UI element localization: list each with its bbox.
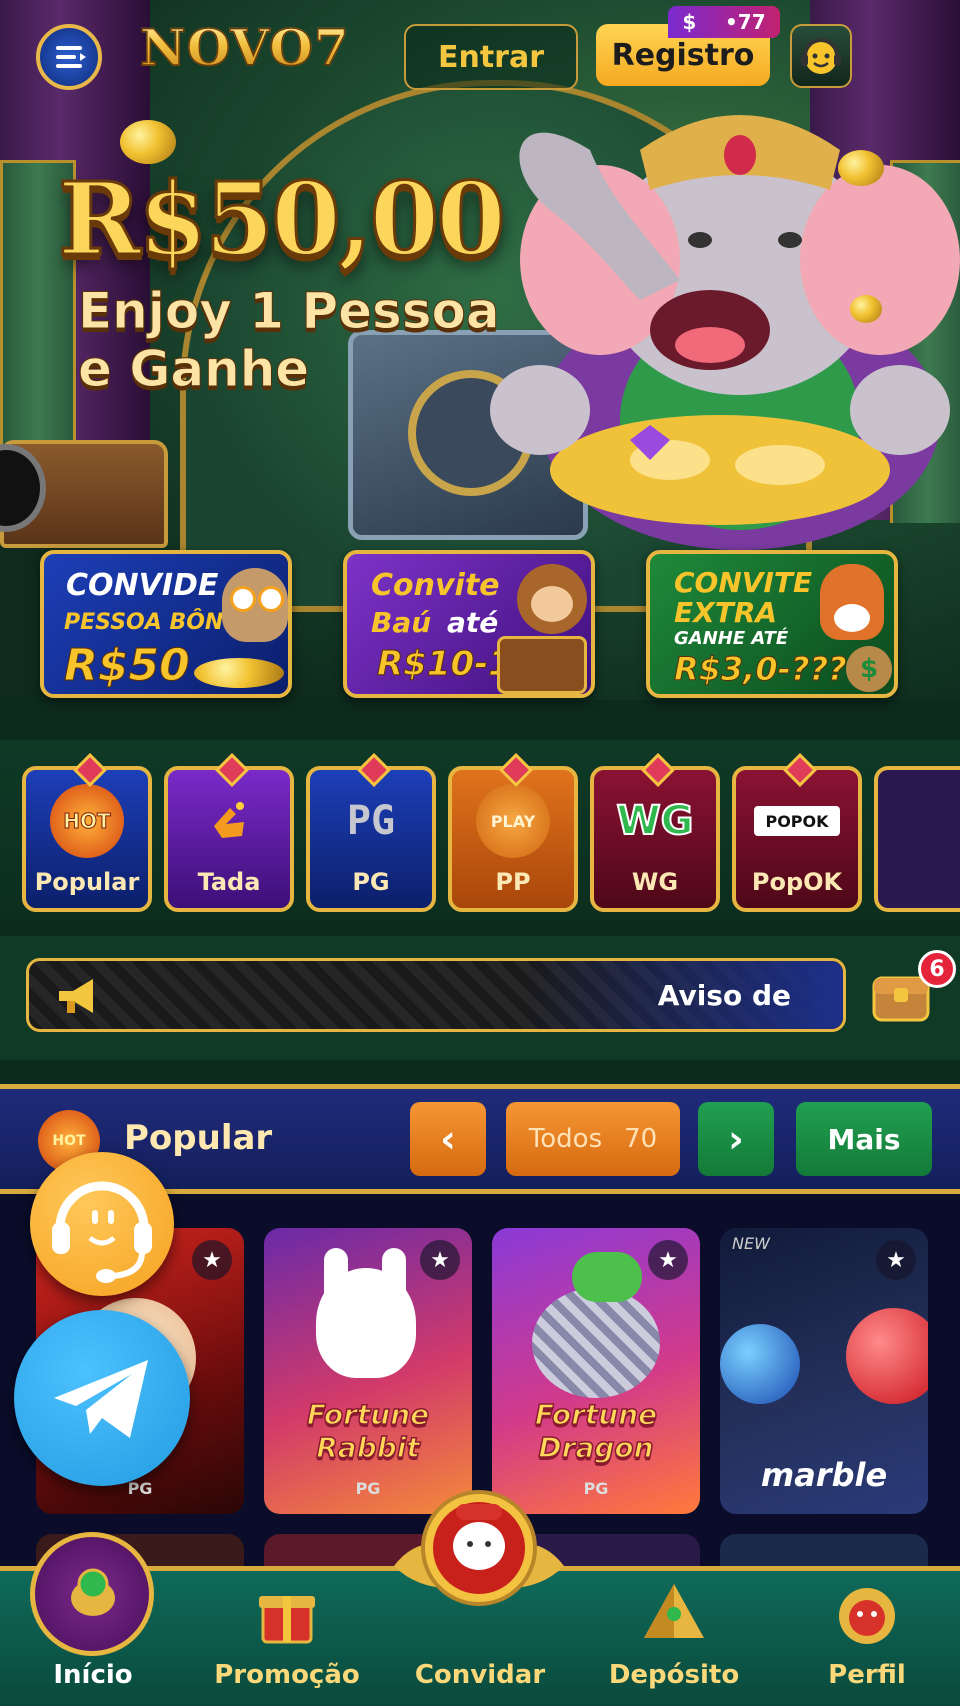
- todos-filter[interactable]: Todos 70: [506, 1102, 680, 1176]
- monkey-icon: [517, 564, 587, 634]
- provider-tab-pp[interactable]: PLAY PP: [448, 753, 578, 912]
- provider-tab-tada[interactable]: Tada: [164, 753, 294, 912]
- megaphone-icon: [59, 979, 93, 1013]
- game-card[interactable]: ★ Fortune Rabbit PG: [264, 1228, 472, 1514]
- pp-play-icon: PLAY: [476, 784, 550, 858]
- hero-headline-line1: Enjoy 1 Pessoa: [78, 282, 501, 341]
- provider-tab-pg[interactable]: PG PG: [306, 753, 436, 912]
- fox-icon: [820, 564, 884, 640]
- favorite-star-icon[interactable]: ★: [420, 1240, 460, 1280]
- rabbit-mascot-icon[interactable]: [384, 1486, 574, 1636]
- dollar-icon: $: [682, 10, 697, 34]
- nav-item-perfil[interactable]: Perfil: [772, 1566, 960, 1706]
- customer-support-button[interactable]: [30, 1152, 174, 1296]
- nav-item-inicio[interactable]: Início: [0, 1566, 188, 1706]
- elephant-mascot-illustration: [490, 115, 960, 550]
- pg-icon: PG: [346, 798, 396, 844]
- chevron-left-icon: ‹: [440, 1117, 456, 1161]
- favorite-star-icon[interactable]: ★: [648, 1240, 688, 1280]
- tada-icon: [192, 784, 266, 858]
- next-page-button[interactable]: ›: [698, 1102, 774, 1176]
- brand-logo: NOVO7: [139, 17, 350, 78]
- menu-icon: [56, 46, 86, 68]
- hot-icon: HOT: [50, 784, 124, 858]
- invite-card-1-person-bonus[interactable]: CONVIDE 1 PESSOA BÔNUS R$50: [40, 550, 292, 698]
- coin-decoration: [120, 120, 176, 164]
- hero-amount: R$50,00: [57, 159, 508, 280]
- notice-text: Aviso de: [657, 978, 791, 1012]
- invite-card-extra[interactable]: CONVITE EXTRA GANHE ATÉ R$3,0-??? $: [646, 550, 898, 698]
- chevron-right-icon: ›: [728, 1117, 744, 1161]
- invite-card-chest[interactable]: Convite Baú até R$10-12: [343, 550, 595, 698]
- provider-tab-popular[interactable]: HOT Popular: [22, 753, 152, 912]
- owl-icon: [222, 568, 288, 642]
- game-card[interactable]: NEW ★ marble: [720, 1228, 928, 1514]
- popok-icon: POPOK: [754, 806, 840, 836]
- coin-pile: [194, 658, 284, 688]
- notice-marquee[interactable]: Aviso de: [26, 958, 846, 1032]
- coin-decoration: [838, 150, 884, 186]
- nav-item-deposito[interactable]: Depósito: [579, 1566, 769, 1706]
- chest-icon: [497, 636, 587, 694]
- notification-count-badge: 6: [918, 950, 956, 988]
- game-card[interactable]: ★ Fortune Dragon PG: [492, 1228, 700, 1514]
- hero-headline-line2: e Ganhe: [77, 340, 310, 399]
- scarab-icon: [71, 1568, 115, 1616]
- wg-icon: WG: [616, 797, 695, 845]
- more-button[interactable]: Mais: [796, 1102, 932, 1176]
- coin-decoration: [850, 295, 882, 323]
- provider-tab-wg[interactable]: WG WG: [590, 753, 720, 912]
- register-bonus-value: •77: [725, 10, 766, 34]
- register-bonus-badge: $ •77: [668, 6, 780, 38]
- favorite-star-icon[interactable]: ★: [192, 1240, 232, 1280]
- telegram-icon: [54, 1360, 148, 1438]
- nav-item-promocao[interactable]: Promoção: [192, 1566, 382, 1706]
- telegram-button[interactable]: [14, 1310, 190, 1486]
- headset-smiley-icon: [801, 38, 841, 74]
- support-avatar-button[interactable]: [790, 24, 852, 88]
- provider-tab-more[interactable]: [874, 766, 960, 912]
- favorite-star-icon[interactable]: ★: [876, 1240, 916, 1280]
- lion-mask-icon: [839, 1588, 895, 1644]
- login-button[interactable]: Entrar: [404, 24, 578, 90]
- menu-button[interactable]: [36, 24, 102, 90]
- gift-icon: [259, 1596, 315, 1644]
- provider-tab-popok[interactable]: POPOK PopOK: [732, 753, 862, 912]
- new-label: NEW: [732, 1234, 770, 1253]
- previous-page-button[interactable]: ‹: [410, 1102, 486, 1176]
- pyramid-icon: [644, 1584, 704, 1638]
- money-bag-icon: $: [846, 646, 892, 692]
- headset-icon: [52, 1181, 152, 1283]
